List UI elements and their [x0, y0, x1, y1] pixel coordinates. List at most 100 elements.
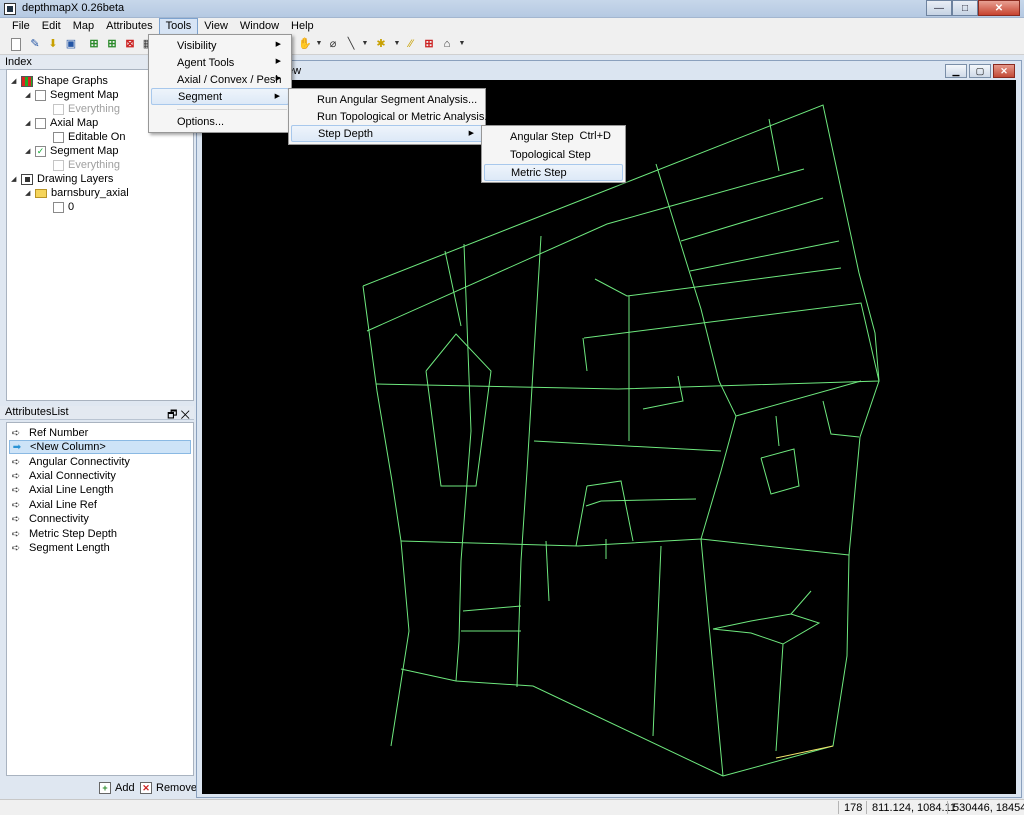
- menu-help[interactable]: Help: [285, 18, 320, 35]
- menu-label: Agent Tools: [177, 56, 235, 69]
- fill-icon[interactable]: ⌀: [326, 37, 340, 51]
- checkbox-checked[interactable]: ✓: [35, 145, 46, 157]
- chevron-down-icon[interactable]: ▼: [312, 37, 326, 51]
- attribute-item[interactable]: ➪ Axial Connectivity: [9, 469, 191, 483]
- attribute-item[interactable]: ➪ Angular Connectivity: [9, 455, 191, 469]
- minimize-button[interactable]: —: [926, 0, 952, 16]
- add-graph-icon[interactable]: ⊞: [105, 37, 119, 51]
- menu-attributes[interactable]: Attributes: [100, 18, 158, 35]
- tree-item-editable-on[interactable]: Editable On: [53, 130, 125, 144]
- attribute-item[interactable]: ➪ Axial Line Ref: [9, 498, 191, 512]
- remove-layer-icon[interactable]: ⊠: [123, 37, 137, 51]
- attribute-item[interactable]: ➪ Metric Step Depth: [9, 527, 191, 541]
- shortcut-label: Ctrl+D: [579, 130, 611, 142]
- save-icon[interactable]: ▣: [64, 37, 78, 51]
- checkbox[interactable]: [53, 103, 64, 115]
- chevron-down-icon[interactable]: ▼: [390, 37, 404, 51]
- menu-item-agent-tools[interactable]: Agent Tools ▶: [151, 54, 289, 71]
- tree-item-everything[interactable]: Everything: [53, 102, 120, 116]
- checkbox[interactable]: [35, 117, 46, 129]
- segment-line: [822, 400, 860, 438]
- menu-item-topological-step[interactable]: Topological Step: [484, 146, 623, 163]
- menu-item-topological-metric-analysis[interactable]: Run Topological or Metric Analysis...: [291, 108, 494, 125]
- menu-edit[interactable]: Edit: [36, 18, 67, 35]
- attribute-item[interactable]: ➪ Ref Number: [9, 426, 191, 440]
- remove-column-button[interactable]: ✕ Remove: [140, 782, 197, 794]
- checkbox[interactable]: [53, 159, 64, 171]
- tree-item-barnsbury-axial[interactable]: ◢ barnsbury_axial: [25, 186, 129, 200]
- map-close-button[interactable]: ✕: [993, 64, 1015, 78]
- close-icon[interactable]: ✕: [180, 409, 190, 421]
- menu-item-segment[interactable]: Segment ▶: [151, 88, 289, 105]
- agent-icon[interactable]: ⌂: [440, 37, 454, 51]
- segment-line: [642, 375, 684, 410]
- chevron-down-icon[interactable]: ▼: [455, 37, 469, 51]
- add-column-button[interactable]: + Add: [99, 782, 135, 794]
- tree-item-axial-map[interactable]: ◢ Axial Map: [25, 116, 98, 130]
- float-icon[interactable]: 🗗: [167, 409, 177, 421]
- tree-item-segment-map[interactable]: ◢ Segment Map: [25, 88, 118, 102]
- menu-label: Options...: [177, 115, 225, 128]
- menu-file[interactable]: File: [6, 18, 36, 35]
- collapse-icon[interactable]: ◢: [11, 77, 21, 85]
- attribute-label: Connectivity: [29, 513, 89, 525]
- pan-hand-icon[interactable]: ✋: [298, 37, 312, 51]
- menu-item-options[interactable]: Options...: [151, 113, 289, 130]
- folder-icon: [35, 188, 47, 198]
- segment-line: [545, 540, 550, 602]
- tree-item-shape-graphs[interactable]: ◢ Shape Graphs: [11, 74, 108, 88]
- collapse-icon[interactable]: ◢: [11, 175, 21, 183]
- collapse-icon[interactable]: ◢: [25, 147, 35, 155]
- menu-item-angular-segment-analysis[interactable]: Run Angular Segment Analysis...: [291, 91, 483, 108]
- checkbox[interactable]: [53, 131, 64, 143]
- tree-item-segment-map-active[interactable]: ◢ ✓ Segment Map: [25, 144, 118, 158]
- segment-line: [689, 240, 840, 272]
- tree-item-everything[interactable]: Everything: [53, 158, 120, 172]
- menu-label: Topological Step: [510, 148, 591, 161]
- menu-item-angular-step[interactable]: Angular Step Ctrl+D: [484, 128, 623, 145]
- menu-view[interactable]: View: [198, 18, 234, 35]
- chevron-down-icon[interactable]: ▼: [358, 37, 372, 51]
- checkbox[interactable]: [53, 201, 64, 213]
- close-button[interactable]: ✕: [978, 0, 1020, 16]
- attribute-item[interactable]: ➪ Axial Line Length: [9, 483, 191, 497]
- open-file-icon[interactable]: ✎: [28, 37, 42, 51]
- add-layer-icon[interactable]: ⊞: [87, 37, 101, 51]
- map-canvas[interactable]: [202, 80, 1016, 794]
- map-restore-button[interactable]: ▢: [969, 64, 991, 78]
- tree-label: Segment Map: [50, 89, 119, 101]
- segment-line: [375, 383, 619, 390]
- tree-item-layer-0[interactable]: 0: [53, 200, 74, 214]
- collapse-icon[interactable]: ◢: [25, 189, 35, 197]
- checkbox[interactable]: [35, 89, 46, 101]
- tree-item-drawing-layers[interactable]: ◢ Drawing Layers: [11, 172, 113, 186]
- menu-window[interactable]: Window: [234, 18, 285, 35]
- line-tool-icon[interactable]: ╲: [344, 37, 358, 51]
- new-file-icon[interactable]: [11, 38, 21, 51]
- map-minimize-button[interactable]: ▁: [945, 64, 967, 78]
- collapse-icon[interactable]: ◢: [25, 91, 35, 99]
- menu-bar: File Edit Map Attributes Tools View Wind…: [0, 18, 1024, 35]
- menu-item-step-depth[interactable]: Step Depth ▶: [291, 125, 483, 142]
- attribute-item-selected[interactable]: ➡ <New Column>: [9, 440, 191, 454]
- app-icon: [4, 3, 16, 15]
- segment-grid-icon[interactable]: ⊞: [422, 37, 436, 51]
- menu-item-metric-step[interactable]: Metric Step: [484, 164, 623, 181]
- menu-tools[interactable]: Tools: [158, 18, 199, 35]
- attribute-item[interactable]: ➪ Connectivity: [9, 512, 191, 526]
- segment-line: [400, 668, 724, 777]
- attribute-item[interactable]: ➪ Segment Length: [9, 541, 191, 555]
- import-icon[interactable]: ⬇: [46, 37, 60, 51]
- arrow-right-icon: ▶: [275, 75, 281, 82]
- segment-line: [652, 545, 662, 737]
- maximize-button[interactable]: □: [952, 0, 978, 16]
- menu-item-visibility[interactable]: Visibility ▶: [151, 37, 289, 54]
- segment-line: [760, 448, 800, 495]
- axial-lines-icon[interactable]: ⁄⁄: [404, 37, 418, 51]
- attribute-label: Angular Connectivity: [29, 456, 130, 468]
- menu-map[interactable]: Map: [67, 18, 100, 35]
- isovist-icon[interactable]: ✱: [374, 37, 388, 51]
- collapse-icon[interactable]: ◢: [25, 119, 35, 127]
- segment-line: [583, 302, 880, 390]
- menu-item-axial-convex-pesh[interactable]: Axial / Convex / Pesh ▶: [151, 71, 289, 88]
